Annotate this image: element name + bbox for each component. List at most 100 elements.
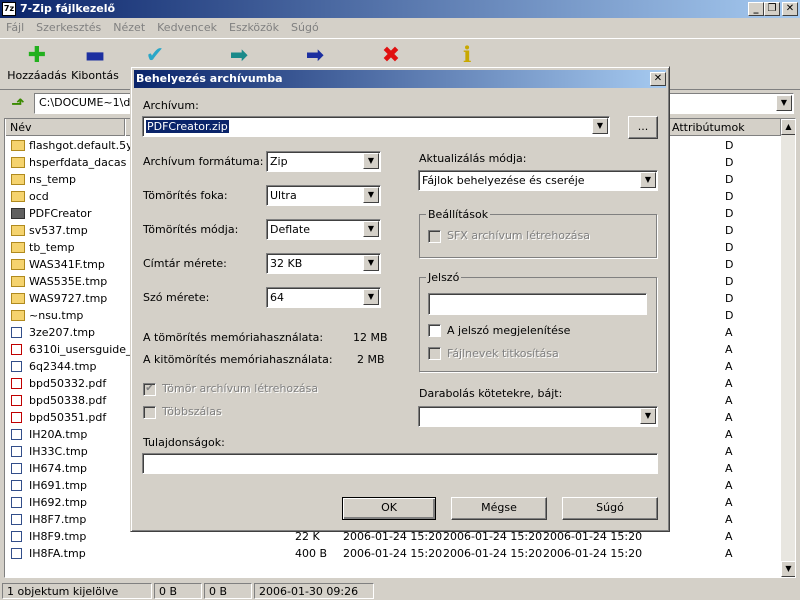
word-size-combo[interactable]: 64 ▼ (266, 287, 381, 308)
file-icon (11, 548, 22, 559)
list-cell-name: IH20A.tmp (29, 428, 88, 441)
solid-archive-label: Tömör archívum létrehozása (162, 382, 319, 395)
dictionary-combo[interactable]: 32 KB ▼ (266, 253, 381, 274)
vertical-scrollbar[interactable]: ▲ ▼ (781, 119, 795, 577)
list-cell-name: WAS535E.tmp (29, 275, 108, 288)
status-packed-size: 0 B (204, 583, 252, 599)
list-cell-size: 400 B (295, 547, 328, 560)
options-group-label: Beállítások (426, 208, 491, 221)
column-header-attributes[interactable]: Attribútumok (667, 119, 781, 136)
folder-icon (11, 225, 25, 236)
ok-button[interactable]: OK (342, 497, 436, 520)
file-icon (11, 429, 22, 440)
menu-help[interactable]: Súgó (285, 19, 325, 37)
file-icon (11, 531, 22, 542)
column-header-name[interactable]: Név (5, 119, 125, 136)
list-cell-attributes: D (725, 241, 734, 254)
menu-favorites[interactable]: Kedvencek (151, 19, 223, 37)
split-volumes-combo[interactable]: ▼ (418, 406, 658, 427)
folder-up-icon[interactable]: ⬏ (8, 94, 28, 114)
level-combo[interactable]: Ultra ▼ (266, 185, 381, 206)
add-to-archive-dialog: Behelyezés archívumba ✕ Archívum: PDFCre… (130, 66, 670, 532)
level-value: Ultra (270, 189, 297, 202)
show-password-checkbox[interactable] (428, 324, 441, 337)
archive-name-combo[interactable]: PDFCreator.zip ▼ (142, 116, 610, 137)
restore-button[interactable]: ❐ (764, 2, 780, 16)
cancel-button[interactable]: Mégse (451, 497, 547, 520)
mem-decompress-value: 2 MB (357, 353, 385, 366)
format-combo[interactable]: Zip ▼ (266, 151, 381, 172)
update-mode-dropdown-button[interactable]: ▼ (640, 172, 656, 188)
list-cell-attributes: A (725, 326, 733, 339)
list-cell-attributes: A (725, 343, 733, 356)
menu-view[interactable]: Nézet (107, 19, 151, 37)
list-cell-attributes: D (725, 224, 734, 237)
list-cell-attributes: D (725, 173, 734, 186)
archive-label: Archívum: (143, 99, 199, 112)
sfx-checkbox[interactable] (428, 230, 441, 243)
help-button[interactable]: Súgó (562, 497, 658, 520)
dictionary-dropdown-button[interactable]: ▼ (363, 255, 379, 271)
method-combo[interactable]: Deflate ▼ (266, 219, 381, 240)
encrypt-names-checkbox[interactable] (428, 347, 441, 360)
status-bar: 1 objektum kijelölve 0 B 0 B 2006-01-30 … (0, 582, 800, 600)
browse-button[interactable]: ... (628, 116, 658, 139)
menu-edit[interactable]: Szerkesztés (30, 19, 107, 37)
status-size: 0 B (154, 583, 202, 599)
file-icon (11, 361, 22, 372)
update-mode-label: Aktualizálás módja: (419, 152, 527, 165)
multithread-checkbox[interactable] (143, 406, 156, 419)
solid-archive-checkbox[interactable]: ✔ (143, 383, 156, 396)
list-cell-attributes: D (725, 292, 734, 305)
list-cell-attributes: A (725, 462, 733, 475)
pdf-file-icon (11, 412, 22, 423)
scroll-down-arrow-icon[interactable]: ▼ (781, 561, 795, 577)
update-mode-combo[interactable]: Fájlok behelyezése és cseréje ▼ (418, 170, 658, 191)
archive-dropdown-button[interactable]: ▼ (592, 118, 608, 134)
encrypt-names-label: Fájlnevek titkosítása (447, 347, 559, 360)
folder-icon (11, 140, 25, 151)
list-cell-modified: 2006-01-24 15:20 (343, 547, 443, 560)
list-cell-attributes: A (725, 411, 733, 424)
list-cell-attributes: A (725, 445, 733, 458)
list-cell-name: IH8FA.tmp (29, 547, 86, 560)
address-dropdown-button[interactable]: ▼ (776, 95, 792, 111)
close-window-button[interactable]: ✕ (782, 2, 798, 16)
dictionary-label: Címtár mérete: (143, 257, 227, 270)
password-input[interactable] (428, 293, 647, 315)
list-cell-attributes: A (725, 377, 733, 390)
format-dropdown-button[interactable]: ▼ (363, 153, 379, 169)
list-cell-name: bpd50332.pdf (29, 377, 107, 390)
folder-icon (11, 242, 25, 253)
list-cell-attributes: D (725, 139, 734, 152)
list-cell-name: 6q2344.tmp (29, 360, 97, 373)
menu-file[interactable]: Fájl (0, 19, 30, 37)
method-dropdown-button[interactable]: ▼ (363, 221, 379, 237)
split-volumes-dropdown-button[interactable]: ▼ (640, 408, 656, 424)
list-cell-attributes: D (725, 156, 734, 169)
status-selection: 1 objektum kijelölve (2, 583, 152, 599)
mem-compress-label: A tömörítés memóriahasználata: (143, 331, 324, 344)
parameters-input[interactable] (142, 453, 658, 474)
update-mode-value: Fájlok behelyezése és cseréje (422, 174, 585, 187)
list-cell-name: IH33C.tmp (29, 445, 88, 458)
dialog-close-button[interactable]: ✕ (650, 72, 666, 86)
word-size-dropdown-button[interactable]: ▼ (363, 289, 379, 305)
list-cell-name: 3ze207.tmp (29, 326, 96, 339)
split-volumes-label: Darabolás kötetekre, bájt: (419, 387, 563, 400)
list-cell-name: 6310i_usersguide_hu (29, 343, 146, 356)
menu-tools[interactable]: Eszközök (223, 19, 285, 37)
list-row[interactable]: IH8FA.tmp 400 B 2006-01-24 15:20 2006-01-24… (5, 545, 781, 562)
scroll-up-arrow-icon[interactable]: ▲ (781, 119, 795, 135)
folder-icon (11, 157, 25, 168)
folder-icon (11, 293, 25, 304)
word-size-label: Szó mérete: (143, 291, 210, 304)
list-cell-attributes: A (725, 479, 733, 492)
folder-icon (11, 208, 25, 219)
level-dropdown-button[interactable]: ▼ (363, 187, 379, 203)
list-cell-name: flashgot.default.5y7 (29, 139, 140, 152)
archive-name-value: PDFCreator.zip (146, 120, 229, 133)
file-icon (11, 480, 22, 491)
minimize-button[interactable]: _ (748, 2, 764, 16)
list-cell-attributes: A (725, 513, 733, 526)
